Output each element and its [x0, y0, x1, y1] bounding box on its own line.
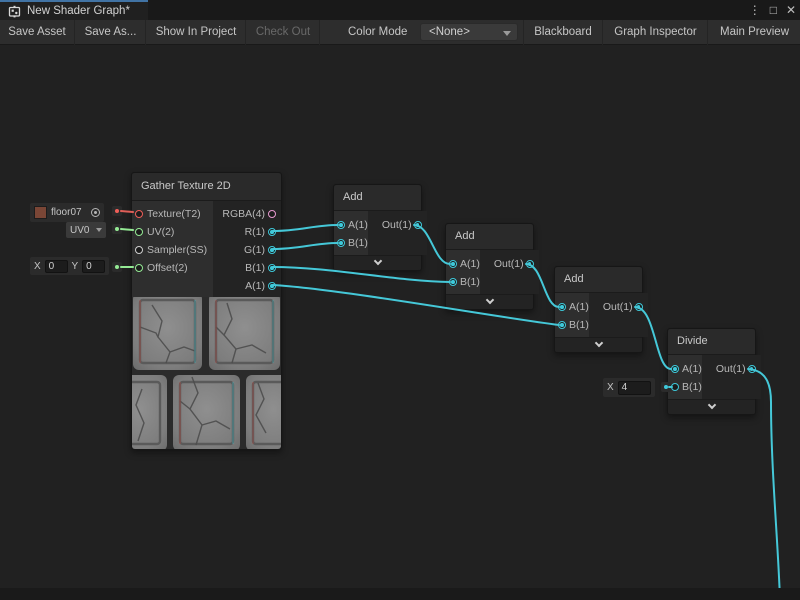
- input-port-a[interactable]: [558, 303, 566, 311]
- graph-inspector-toggle-button[interactable]: Graph Inspector: [604, 20, 708, 45]
- offset-y-input[interactable]: 0: [82, 260, 105, 273]
- texture-preview-image: [132, 297, 281, 449]
- divide-b-input[interactable]: 4: [618, 381, 651, 395]
- divide-b-port-stub: [661, 382, 671, 392]
- toolbar: Save Asset Save As... Show In Project Ch…: [0, 20, 800, 45]
- color-mode-dropdown[interactable]: <None>: [420, 23, 518, 41]
- uv-channel-value: UV0: [70, 225, 89, 236]
- collapse-chevron-button[interactable]: [334, 255, 421, 270]
- chevron-down-icon: [503, 31, 511, 36]
- node-title[interactable]: Divide: [668, 329, 755, 355]
- graph-canvas[interactable]: [0, 45, 800, 600]
- maximize-icon[interactable]: □: [770, 0, 777, 20]
- node-title[interactable]: Add: [446, 224, 533, 250]
- input-port-a[interactable]: [449, 260, 457, 268]
- divide-b-default-field: X 4: [603, 378, 655, 397]
- output-port[interactable]: [414, 221, 422, 229]
- texture-object-field[interactable]: floor07: [30, 203, 104, 222]
- output-port-a[interactable]: [268, 282, 276, 290]
- output-port[interactable]: [635, 303, 643, 311]
- input-port-sampler[interactable]: [135, 246, 143, 254]
- input-port-a[interactable]: [671, 365, 679, 373]
- node-add-2[interactable]: Add A(1) B(1) Out(1): [445, 223, 534, 310]
- node-title[interactable]: Add: [555, 267, 642, 293]
- port-row-g: G(1): [213, 241, 281, 259]
- input-port-b[interactable]: [558, 321, 566, 329]
- show-in-project-button[interactable]: Show In Project: [147, 20, 246, 45]
- node-add-1[interactable]: Add A(1) B(1) Out(1): [333, 184, 422, 271]
- main-preview-toggle-button[interactable]: Main Preview: [709, 20, 800, 45]
- save-as-button[interactable]: Save As...: [76, 20, 146, 45]
- title-bar: New Shader Graph* ⋮ □ ✕: [0, 0, 800, 20]
- offset-vector2-field: X 0 Y 0: [30, 257, 109, 275]
- node-divide[interactable]: Divide A(1) B(1) Out(1): [667, 328, 756, 415]
- port-row-b: B(1): [213, 259, 281, 277]
- port-row-texture: Texture(T2): [132, 205, 213, 223]
- input-port-a[interactable]: [337, 221, 345, 229]
- chevron-down-icon: [485, 296, 493, 304]
- collapse-chevron-button[interactable]: [446, 294, 533, 309]
- save-asset-button[interactable]: Save Asset: [0, 20, 75, 45]
- menu-ellipsis-icon[interactable]: ⋮: [749, 0, 761, 20]
- chevron-down-icon: [96, 228, 102, 232]
- input-port-b[interactable]: [671, 383, 679, 391]
- node-title[interactable]: Add: [334, 185, 421, 211]
- object-picker-icon[interactable]: [91, 208, 100, 217]
- node-title[interactable]: Gather Texture 2D: [132, 173, 281, 201]
- window-bottom-edge: [0, 588, 800, 600]
- port-row-rgba: RGBA(4): [213, 205, 281, 223]
- port-row-uv: UV(2): [132, 223, 213, 241]
- output-port-r[interactable]: [268, 228, 276, 236]
- shader-graph-asset-icon: [8, 5, 21, 18]
- input-port-b[interactable]: [449, 278, 457, 286]
- texture-name: floor07: [51, 207, 82, 218]
- offset-x-input[interactable]: 0: [45, 260, 68, 273]
- shader-graph-window: New Shader Graph* ⋮ □ ✕ Save Asset Save …: [0, 0, 800, 600]
- blackboard-toggle-button[interactable]: Blackboard: [524, 20, 603, 45]
- color-mode-value: <None>: [429, 26, 470, 38]
- chevron-down-icon: [707, 401, 715, 409]
- chevron-down-icon: [373, 257, 381, 265]
- port-row-sampler: Sampler(SS): [132, 241, 213, 259]
- output-panel: RGBA(4) R(1) G(1) B(1) A(1): [213, 201, 281, 297]
- tab-title: New Shader Graph*: [27, 5, 130, 17]
- port-label: Sampler(SS): [132, 244, 207, 256]
- chevron-down-icon: [594, 339, 602, 347]
- texture-port-stub: [112, 206, 122, 216]
- collapse-chevron-button[interactable]: [668, 399, 755, 414]
- close-icon[interactable]: ✕: [786, 0, 796, 20]
- output-port-rgba[interactable]: [268, 210, 276, 218]
- input-port-texture[interactable]: [135, 210, 143, 218]
- color-mode-label: Color Mode: [348, 20, 407, 45]
- x-label: X: [607, 382, 614, 393]
- input-port-uv[interactable]: [135, 228, 143, 236]
- output-port-g[interactable]: [268, 246, 276, 254]
- node-gather-texture-2d[interactable]: Gather Texture 2D Texture(T2) UV(2) Samp…: [131, 172, 282, 450]
- port-row-offset: Offset(2): [132, 259, 213, 277]
- output-port[interactable]: [526, 260, 534, 268]
- input-port-offset[interactable]: [135, 264, 143, 272]
- port-row-a: A(1): [213, 277, 281, 295]
- output-port[interactable]: [748, 365, 756, 373]
- input-port-b[interactable]: [337, 239, 345, 247]
- node-add-3[interactable]: Add A(1) B(1) Out(1): [554, 266, 643, 353]
- y-label: Y: [72, 261, 79, 272]
- port-row-r: R(1): [213, 223, 281, 241]
- check-out-button: Check Out: [247, 20, 320, 45]
- offset-port-stub: [112, 262, 122, 272]
- x-label: X: [34, 261, 41, 272]
- uv-port-stub: [112, 224, 122, 234]
- collapse-chevron-button[interactable]: [555, 337, 642, 352]
- texture-thumbnail: [34, 206, 47, 219]
- input-panel: Texture(T2) UV(2) Sampler(SS) Offset(2): [132, 201, 213, 297]
- tab-new-shader-graph[interactable]: New Shader Graph*: [0, 0, 148, 20]
- uv-channel-dropdown[interactable]: UV0: [66, 222, 106, 238]
- output-port-b[interactable]: [268, 264, 276, 272]
